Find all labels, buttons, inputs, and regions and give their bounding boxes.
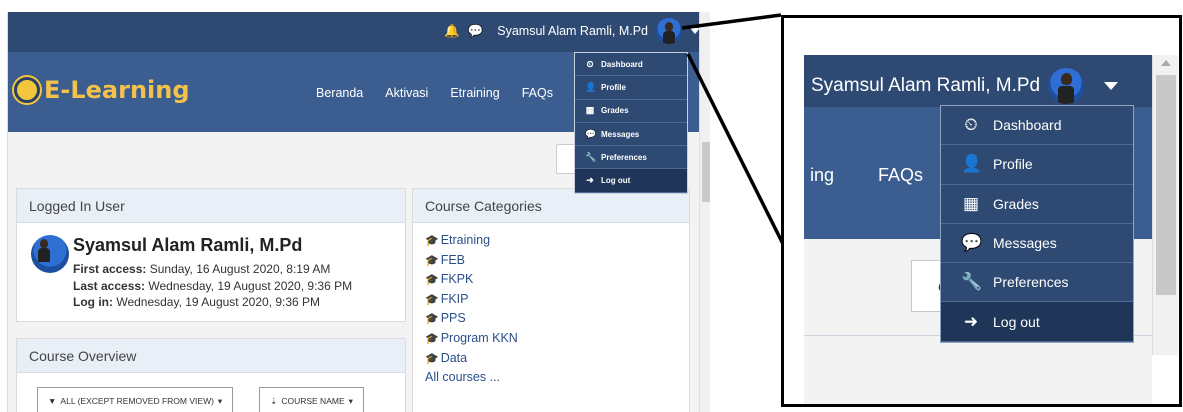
category-item[interactable]: 🎓 Data: [425, 349, 677, 369]
nav-link-aktivasi[interactable]: Aktivasi: [385, 86, 428, 100]
course-overview-card: Course Overview ▼ ALL (EXCEPT REMOVED FR…: [16, 338, 406, 412]
graduation-cap-icon: 🎓: [425, 235, 439, 247]
avatar[interactable]: [656, 18, 682, 44]
category-list: 🎓 Etraining 🎓 FEB 🎓 FKPK 🎓 FKIP 🎓 PPS 🎓 Progra…: [413, 223, 689, 395]
logged-in-user-card: Logged In User Syamsul Alam Ramli, M.Pd …: [16, 188, 406, 322]
top-bar: 🔔 💬 Syamsul Alam Ramli, M.Pd: [8, 12, 708, 52]
last-access-row: Last access: Wednesday, 19 August 2020, …: [73, 278, 353, 293]
user-icon: 👤: [585, 81, 597, 92]
university-seal-icon: [14, 77, 40, 103]
comment-icon: 💬: [961, 233, 983, 253]
menu-item-logout[interactable]: ➜ Log out: [575, 169, 687, 193]
zoom-nav-link-partial[interactable]: ing: [810, 165, 834, 186]
caret-down-icon: ▾: [348, 395, 353, 406]
zoom-nav-link-faqs[interactable]: FAQs: [878, 165, 923, 186]
category-item[interactable]: 🎓 FKPK: [425, 270, 677, 290]
dashboard-icon: ⏲: [964, 115, 978, 135]
user-area: 🔔 💬 Syamsul Alam Ramli, M.Pd: [444, 18, 700, 44]
zoom-top-bar: Syamsul Alam Ramli, M.Pd: [804, 55, 1152, 107]
graduation-cap-icon: 🎓: [425, 274, 439, 287]
graduation-cap-icon: 🎓: [425, 332, 439, 345]
menu-item-preferences[interactable]: 🔧 Preferences: [941, 263, 1133, 303]
all-courses-link[interactable]: All courses ...: [425, 368, 677, 387]
dashboard-icon: ⏲: [586, 58, 594, 69]
browser-screenshot: 🔔 💬 Syamsul Alam Ramli, M.Pd E-Learning …: [7, 12, 710, 412]
menu-item-preferences[interactable]: 🔧 Preferences: [575, 146, 687, 170]
nav-link-faqs[interactable]: FAQs: [522, 86, 553, 100]
sort-icon: ⇣: [270, 395, 278, 406]
wrench-icon: 🔧: [961, 272, 983, 292]
category-item[interactable]: 🎓 FEB: [425, 251, 677, 271]
zoom-avatar[interactable]: [1048, 68, 1085, 104]
sort-dropdown[interactable]: ⇣ COURSE NAME ▾: [259, 387, 364, 412]
login-row: Log in: Wednesday, 19 August 2020, 9:36 …: [73, 295, 321, 309]
zoom-user-dropdown-menu: ⏲ Dashboard 👤 Profile ▦ Grades 💬 Messages 🔧 P…: [940, 105, 1134, 343]
logo-text: E-Learning: [44, 76, 190, 104]
user-avatar: [31, 235, 69, 273]
logo[interactable]: E-Learning: [14, 76, 190, 104]
page-scrollbar[interactable]: [699, 12, 710, 412]
menu-item-profile[interactable]: 👤 Profile: [941, 145, 1133, 185]
card-header: Course Overview: [17, 339, 405, 373]
graduation-cap-icon: 🎓: [425, 352, 439, 365]
zoom-user-name[interactable]: Syamsul Alam Ramli, M.Pd: [811, 75, 1040, 97]
bell-icon[interactable]: 🔔: [444, 24, 460, 39]
user-name[interactable]: Syamsul Alam Ramli, M.Pd: [497, 24, 648, 38]
category-item[interactable]: 🎓 Etraining: [425, 231, 677, 251]
zoom-callout: Syamsul Alam Ramli, M.Pd ing FAQs C ⏲Das…: [781, 15, 1182, 407]
wrench-icon: 🔧: [585, 151, 597, 162]
course-categories-card: Course Categories 🎓 Etraining 🎓 FEB 🎓 FKPK …: [412, 188, 690, 412]
filter-icon: ▼: [48, 396, 57, 406]
menu-item-dashboard[interactable]: ⏲ Dashboard: [575, 53, 687, 77]
nav-links: Beranda Aktivasi Etraining FAQs: [316, 86, 575, 100]
graduation-cap-icon: 🎓: [425, 313, 439, 326]
menu-item-dashboard[interactable]: ⏲ Dashboard: [941, 106, 1133, 146]
menu-item-grades[interactable]: ▦ Grades: [575, 99, 687, 123]
category-item[interactable]: 🎓 PPS: [425, 309, 677, 329]
sign-out-icon: ➜: [963, 311, 979, 331]
scroll-up-icon[interactable]: [1161, 60, 1171, 66]
filter-dropdown[interactable]: ▼ ALL (EXCEPT REMOVED FROM VIEW) ▾: [37, 387, 234, 412]
graduation-cap-icon: 🎓: [425, 254, 439, 267]
user-dropdown-menu: ⏲ Dashboard 👤 Profile ▦ Grades 💬 Messages 🔧 P…: [574, 52, 688, 194]
caret-down-icon: ▾: [217, 395, 223, 406]
menu-item-grades[interactable]: ▦ Grades: [941, 184, 1133, 224]
caret-down-icon[interactable]: [1104, 82, 1119, 90]
menu-item-profile[interactable]: 👤 Profile: [575, 76, 687, 100]
comment-icon: 💬: [585, 128, 597, 139]
category-item[interactable]: 🎓 FKIP: [425, 290, 677, 310]
nav-link-etraining[interactable]: Etraining: [450, 86, 499, 100]
category-item[interactable]: 🎓 Program KKN: [425, 329, 677, 349]
zoom-scrollbar[interactable]: [1152, 55, 1178, 355]
card-header: Course Categories: [413, 189, 689, 223]
first-access-row: First access: Sunday, 16 August 2020, 8:…: [73, 262, 331, 276]
nav-link-beranda[interactable]: Beranda: [316, 86, 363, 100]
table-icon: ▦: [585, 105, 595, 116]
sign-out-icon: ➜: [586, 175, 594, 186]
menu-item-messages[interactable]: 💬 Messages: [575, 122, 687, 147]
user-icon: 👤: [961, 154, 983, 174]
card-header: Logged In User: [17, 189, 405, 223]
table-icon: ▦: [962, 193, 980, 213]
user-fullname[interactable]: Syamsul Alam Ramli, M.Pd: [73, 235, 352, 256]
chat-icon[interactable]: 💬: [468, 24, 484, 39]
menu-item-messages[interactable]: 💬 Messages: [941, 223, 1133, 264]
menu-item-logout[interactable]: ➜ Log out: [941, 302, 1133, 342]
graduation-cap-icon: 🎓: [425, 293, 439, 306]
